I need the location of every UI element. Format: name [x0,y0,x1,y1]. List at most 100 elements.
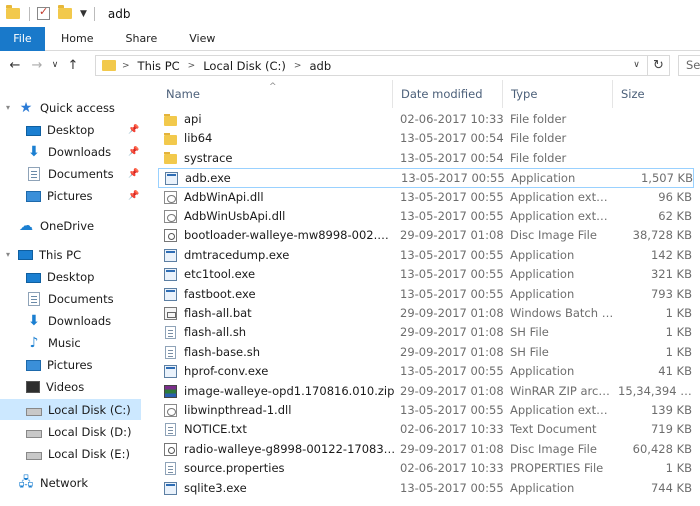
up-arrow-icon[interactable]: ↑ [62,58,84,73]
nav-pc-videos[interactable]: Videos [26,376,84,397]
tab-view[interactable]: View [173,27,231,51]
pin-icon[interactable]: 📌 [128,147,139,157]
chevron-down-icon[interactable]: ▾ [6,103,10,112]
file-name-cell: sqlite3.exe [164,479,396,498]
customize-toolbar-chevron-down-icon[interactable]: ▼ [80,9,87,19]
file-row[interactable]: libwinpthread-1.dll 13-05-2017 00:55 Appli… [158,401,694,420]
address-history-chevron-down-icon[interactable]: ∨ [629,56,644,75]
file-row[interactable]: hprof-conv.exe 13-05-2017 00:55 Applicatio… [158,362,694,381]
search-input[interactable]: Se [678,55,700,76]
file-date: 29-09-2017 01:08 [400,306,504,320]
chevron-right-icon[interactable]: > [122,61,130,71]
file-name: bootloader-walleye-mw8998-002.0059.00... [184,228,396,243]
nav-pc-desktop[interactable]: Desktop [26,266,94,287]
file-row[interactable]: flash-all.bat 29-09-2017 01:08 Windows Bat… [158,304,694,323]
tab-home[interactable]: Home [45,27,109,51]
refresh-icon[interactable]: ↻ [647,56,669,75]
desktop-icon [26,272,41,283]
breadcrumb-local-disk[interactable]: Local Disk (C:) [203,59,286,73]
file-type: File folder [510,131,567,146]
back-arrow-icon[interactable]: ← [4,58,26,73]
file-name-cell: libwinpthread-1.dll [164,401,396,420]
address-bar[interactable]: > This PC > Local Disk (C:) > adb ∨ ↻ [95,55,670,76]
file-date: 13-05-2017 00:55 [400,267,504,282]
file-row[interactable]: bootloader-walleye-mw8998-002.0059.00...… [158,226,694,245]
column-header-name[interactable]: Name [158,80,393,108]
nav-pc-music[interactable]: ♪ Music [26,332,81,353]
pin-icon[interactable]: 📌 [128,125,139,135]
nav-pc-downloads[interactable]: ⬇ Downloads [26,310,111,331]
file-row[interactable]: radio-walleye-g8998-00122-1708311414.i..… [158,440,694,459]
file-row[interactable]: systrace 13-05-2017 00:54 File folder [158,149,694,168]
img-file-icon [164,229,177,243]
file-name: lib64 [184,131,213,146]
nav-label: Downloads [48,313,112,328]
file-row[interactable]: source.properties 02-06-2017 10:33 PROPERT… [158,459,694,478]
folder-icon[interactable] [6,5,20,19]
tab-share[interactable]: Share [109,27,173,51]
file-row[interactable]: image-walleye-opd1.170816.010.zip 29-09-2… [158,382,694,401]
nav-local-disk-e[interactable]: Local Disk (E:) [26,443,130,464]
column-header-date[interactable]: Date modified [393,80,503,108]
file-date: 13-05-2017 00:55 [400,480,504,495]
nav-qa-pictures[interactable]: Pictures 📌 [26,185,150,206]
nav-network[interactable]: 🖧 Network [18,472,88,493]
file-row[interactable]: api 02-06-2017 10:33 File folder [158,110,694,129]
app-file-icon [165,172,178,186]
file-row[interactable]: AdbWinUsbApi.dll 13-05-2017 00:55 Applicat… [158,207,694,226]
file-name-cell: dmtracedump.exe [164,246,396,265]
pin-icon[interactable]: 📌 [128,191,139,201]
file-row[interactable]: adb.exe 13-05-2017 00:55 Application 1,507 … [158,168,694,188]
properties-icon[interactable] [37,5,50,20]
app-file-icon [164,287,177,301]
file-row[interactable]: lib64 13-05-2017 00:54 File folder [158,129,694,148]
file-type: Application [511,171,576,186]
nav-this-pc[interactable]: ▾ This PC [6,244,81,265]
file-name: flash-all.bat [184,306,252,320]
file-size: 96 KB [658,189,692,204]
recent-locations-chevron-down-icon[interactable]: ∨ [48,60,62,70]
nav-qa-downloads[interactable]: ⬇ Downloads 📌 [26,141,150,162]
nav-pc-pictures[interactable]: Pictures [26,354,93,375]
file-date: 02-06-2017 10:33 [400,461,504,476]
nav-local-disk-c[interactable]: Local Disk (C:) [0,399,141,420]
file-date: 13-05-2017 00:55 [400,403,504,417]
title-bar: ▼ adb [0,0,700,27]
file-name-cell: AdbWinApi.dll [164,188,396,207]
chevron-right-icon[interactable]: > [188,61,196,71]
file-row[interactable]: sqlite3.exe 13-05-2017 00:55 Application 74… [158,479,694,498]
file-name: NOTICE.txt [184,422,247,437]
file-row[interactable]: flash-all.sh 29-09-2017 01:08 SH File 1 KB [158,323,694,342]
file-row[interactable]: AdbWinApi.dll 13-05-2017 00:55 Application… [158,188,694,207]
folder-icon [164,113,177,126]
breadcrumb-adb[interactable]: adb [309,59,331,73]
chevron-down-icon[interactable]: ▾ [6,250,10,259]
file-name-cell: hprof-conv.exe [164,362,396,381]
file-size: 142 KB [650,247,692,262]
file-row[interactable]: etc1tool.exe 13-05-2017 00:55 Application 3… [158,265,694,284]
file-row[interactable]: fastboot.exe 13-05-2017 00:55 Application 7… [158,285,694,304]
file-row[interactable]: NOTICE.txt 02-06-2017 10:33 Text Document 7… [158,420,694,439]
column-header-size[interactable]: Size [613,80,693,108]
forward-arrow-icon[interactable]: → [26,58,48,73]
file-size: 321 KB [650,267,692,282]
nav-pc-documents[interactable]: Documents [26,288,114,309]
file-date: 02-06-2017 10:33 [400,112,504,126]
nav-quick-access[interactable]: ▾ ★ Quick access [6,97,115,118]
file-row[interactable]: flash-base.sh 29-09-2017 01:08 SH File 1 KB [158,343,694,362]
file-date: 29-09-2017 01:08 [400,383,504,398]
new-folder-icon[interactable] [58,5,72,19]
file-row[interactable]: dmtracedump.exe 13-05-2017 00:55 Applicati… [158,246,694,265]
file-name-cell: api [164,110,396,129]
column-header-type[interactable]: Type [503,80,613,108]
file-name-cell: adb.exe [165,169,397,188]
pin-icon[interactable]: 📌 [128,169,139,179]
nav-label: Downloads [48,144,112,159]
breadcrumb-this-pc[interactable]: This PC [138,59,180,73]
nav-onedrive[interactable]: ☁ OneDrive [18,215,94,236]
nav-qa-documents[interactable]: Documents 📌 [26,163,150,184]
tab-file[interactable]: File [0,27,45,51]
nav-qa-desktop[interactable]: Desktop 📌 [26,119,150,140]
chevron-right-icon[interactable]: > [294,61,302,71]
nav-local-disk-d[interactable]: Local Disk (D:) [26,421,132,442]
